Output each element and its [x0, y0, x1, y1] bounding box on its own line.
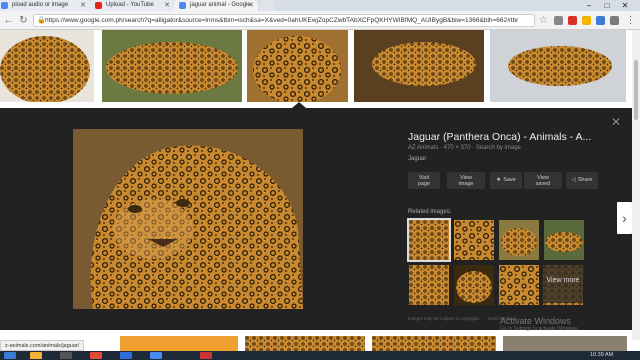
taskbar-clock: 10:39 AM — [590, 352, 614, 358]
tab-jaguar-search[interactable]: jaguar animal - Google ✕ — [174, 0, 258, 11]
extension-icon[interactable] — [610, 16, 619, 25]
tab-label: Upload - YouTube — [106, 2, 154, 8]
extension-icon[interactable] — [596, 16, 605, 25]
result-thumbnail[interactable] — [490, 30, 626, 102]
youtube-icon — [95, 2, 102, 9]
image-meta: AZ Animals · 470 × 370 · Search by image — [408, 145, 521, 151]
lock-icon: 🔒 — [37, 17, 46, 24]
result-thumbnail[interactable] — [0, 30, 94, 102]
star-icon: ★ — [496, 177, 502, 183]
share-button[interactable]: ◁ Share — [566, 172, 598, 189]
status-bar-url: z-animals.com/animals/jaguar/ — [0, 340, 85, 351]
button-label: page — [417, 181, 431, 187]
menu-icon[interactable]: ⋮ — [624, 14, 637, 27]
button-label: Save — [503, 177, 516, 183]
windows-activation-title: Activate Windows — [500, 316, 572, 326]
result-thumbnail[interactable] — [245, 336, 365, 352]
preview-image[interactable] — [73, 129, 303, 309]
copyright-text: Images may be subject to copyright. — [408, 316, 481, 321]
extension-icon[interactable] — [568, 16, 577, 25]
close-window-button[interactable]: ✕ — [616, 0, 634, 11]
result-thumbnail[interactable] — [120, 336, 238, 352]
chrome-icon[interactable] — [150, 352, 162, 359]
tab-close-icon[interactable]: ✕ — [248, 0, 254, 11]
related-image[interactable] — [544, 220, 584, 260]
taskbar-app-icon[interactable] — [200, 352, 212, 359]
result-thumbnail[interactable] — [372, 336, 496, 352]
tab-label: pload audio or image — [12, 2, 69, 8]
tab-youtube-upload[interactable]: Upload - YouTube ✕ — [90, 0, 174, 11]
result-thumbnail[interactable] — [247, 30, 348, 102]
visit-page-button[interactable]: Visit page — [408, 172, 440, 189]
view-saved-button[interactable]: View saved — [524, 172, 562, 189]
minimize-button[interactable]: – — [580, 0, 598, 11]
scrollbar-thumb[interactable] — [634, 60, 638, 120]
url-text: https://www.google.com.ph/search?q=allig… — [45, 17, 519, 24]
tab-label: jaguar animal - Google — [190, 2, 251, 8]
address-bar[interactable]: 🔒 https://www.google.com.ph/search?q=all… — [33, 14, 535, 27]
button-label: saved — [535, 181, 551, 187]
related-image[interactable] — [499, 220, 539, 260]
new-tab-button[interactable] — [260, 0, 274, 11]
result-thumbnail[interactable] — [102, 30, 242, 102]
related-image[interactable] — [407, 218, 451, 262]
extension-icon[interactable] — [582, 16, 591, 25]
button-label: image — [458, 181, 474, 187]
related-image[interactable] — [454, 220, 494, 260]
next-image-arrow-icon[interactable]: › — [617, 202, 632, 234]
related-image[interactable] — [409, 265, 449, 305]
related-image[interactable] — [454, 265, 494, 305]
taskbar-app-icon[interactable] — [90, 352, 102, 359]
windows-taskbar: 10:39 AM — [0, 351, 640, 360]
tab-close-icon[interactable]: ✕ — [164, 0, 170, 11]
taskbar-app-icon[interactable] — [120, 352, 132, 359]
share-icon: ◁ — [571, 177, 576, 183]
related-image[interactable] — [499, 265, 539, 305]
taskbar-app-icon[interactable] — [60, 352, 72, 359]
tab-upload-audio[interactable]: pload audio or image ✕ — [0, 0, 90, 11]
button-label: Share — [577, 177, 593, 183]
maximize-button[interactable]: □ — [598, 0, 616, 11]
extension-icon[interactable] — [554, 16, 563, 25]
browser-toolbar: ← ↻ 🔒 https://www.google.com.ph/search?q… — [0, 11, 640, 30]
result-thumbnail[interactable] — [354, 30, 484, 102]
start-icon[interactable] — [4, 352, 16, 359]
view-more-button[interactable]: View more — [543, 265, 583, 303]
close-icon[interactable]: ✕ — [611, 115, 621, 129]
tab-close-icon[interactable]: ✕ — [80, 0, 86, 11]
related-images-label: Related images: — [408, 209, 452, 215]
source-tag: Jaguar — [408, 156, 427, 162]
windows-activation-subtitle: Go to Settings to activate Windows. — [500, 326, 579, 332]
page-scrollbar[interactable] — [632, 30, 640, 340]
file-explorer-icon[interactable] — [30, 352, 42, 359]
google-icon — [179, 2, 186, 9]
result-thumbnail[interactable] — [503, 336, 627, 352]
image-title[interactable]: Jaguar (Panthera Onca) - Animals - A... — [408, 131, 608, 143]
star-bookmark-icon[interactable]: ☆ — [537, 14, 550, 27]
back-arrow-icon[interactable]: ← — [2, 14, 15, 27]
view-image-button[interactable]: View image — [447, 172, 485, 189]
reload-icon[interactable]: ↻ — [17, 14, 30, 27]
tab-strip: pload audio or image ✕ Upload - YouTube … — [0, 0, 640, 11]
tab-favicon — [1, 2, 8, 9]
save-button[interactable]: ★ Save — [490, 172, 522, 189]
